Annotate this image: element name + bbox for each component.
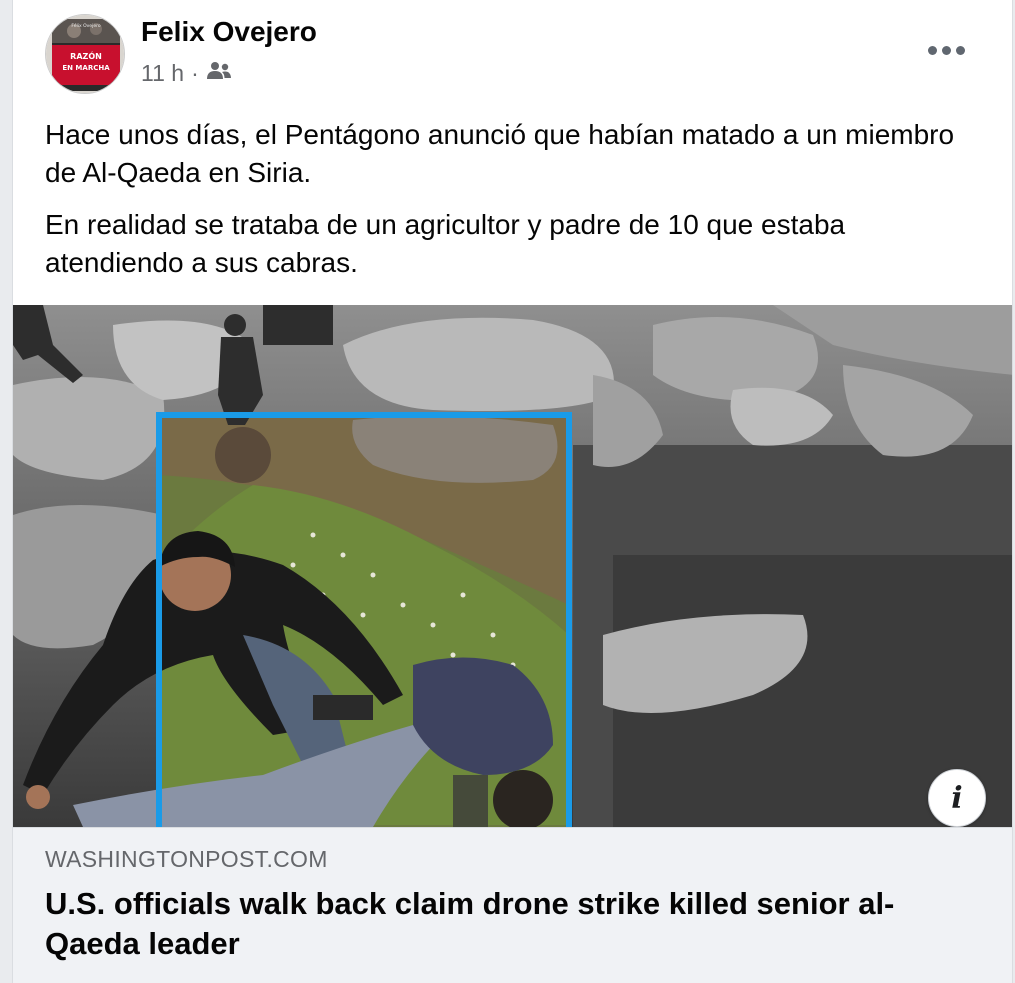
meta-separator: · [191,60,199,86]
author-name[interactable]: Felix Ovejero [141,16,317,48]
post-text: Hace unos días, el Pentágono anunció que… [45,116,985,296]
link-preview-footer[interactable]: WASHINGTONPOST.COM U.S. officials walk b… [13,827,1012,983]
post-timestamp[interactable]: 11 h [141,60,184,87]
post-paragraph: En realidad se trataba de un agricultor … [45,209,846,278]
avatar-image: Félix Ovejero RAZÓN EN MARCHA [46,15,124,93]
svg-text:RAZÓN: RAZÓN [70,50,102,61]
link-preview-image[interactable]: i [13,305,1012,827]
info-icon-button[interactable]: i [928,769,986,827]
friends-icon[interactable] [206,60,232,87]
author-avatar[interactable]: Félix Ovejero RAZÓN EN MARCHA [45,14,125,94]
more-horizontal-icon [927,45,937,55]
post-card: Félix Ovejero RAZÓN EN MARCHA Felix Ovej… [12,0,1013,983]
news-photo [13,305,1012,827]
svg-text:EN MARCHA: EN MARCHA [62,64,110,72]
link-title[interactable]: U.S. officials walk back claim drone str… [45,884,975,964]
post-meta: 11 h · [141,60,232,87]
link-domain: WASHINGTONPOST.COM [45,846,328,872]
post-paragraph: Hace unos días, el Pentágono anunció que… [45,119,955,188]
svg-text:Félix Ovejero: Félix Ovejero [71,22,100,29]
more-options-button[interactable] [918,30,974,70]
